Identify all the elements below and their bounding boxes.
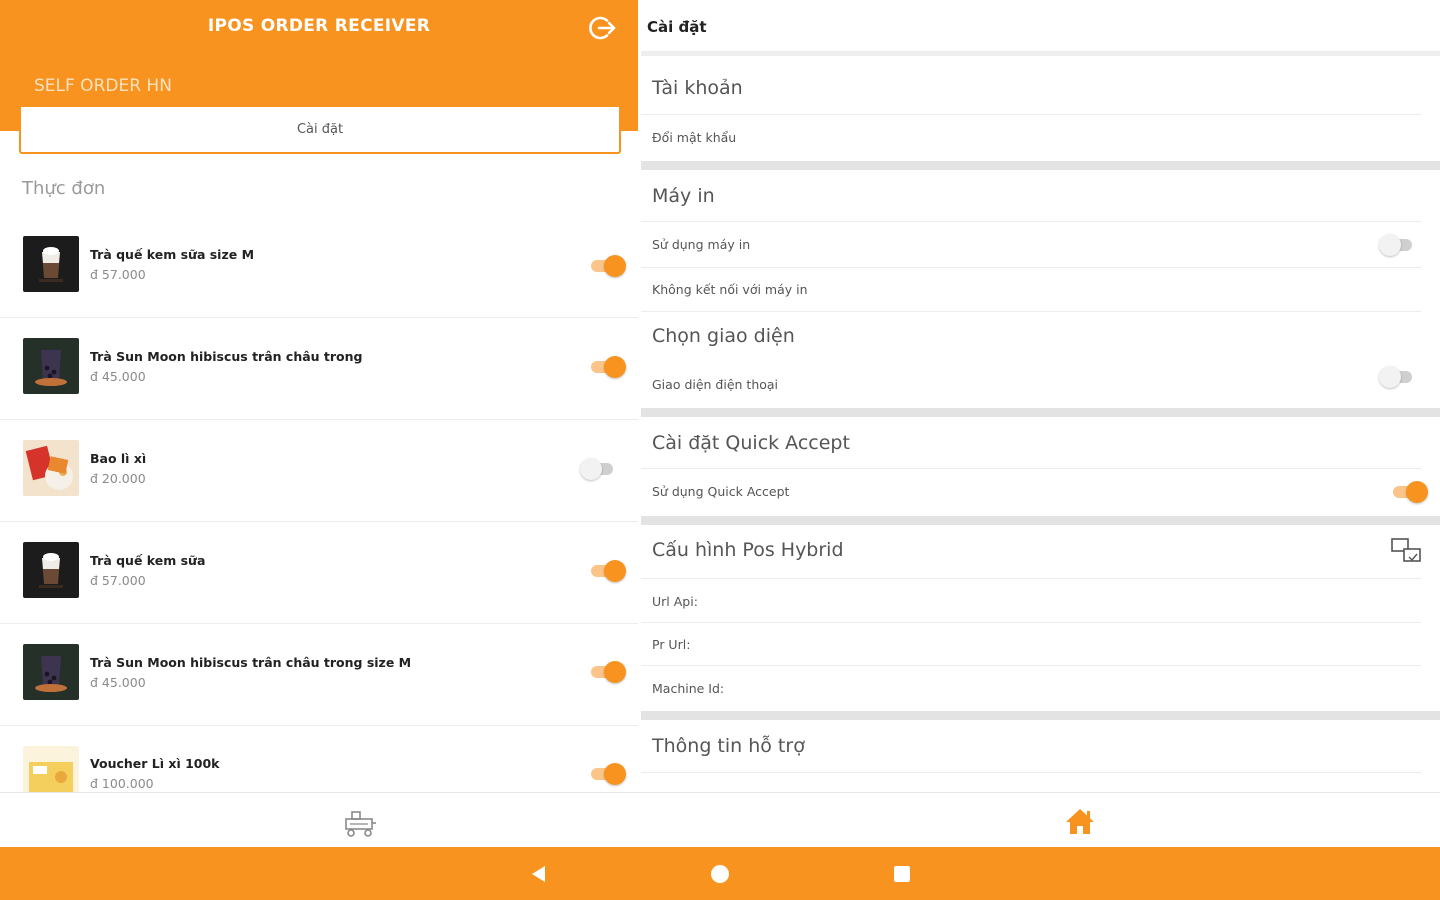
divider bbox=[641, 114, 1421, 115]
product-availability-toggle[interactable] bbox=[588, 762, 628, 786]
product-name: Trà quế kem sữa size M bbox=[90, 247, 255, 262]
settings-panel: Cài đặt Tài khoản Đổi mật khẩu Máy in Sử… bbox=[641, 0, 1440, 792]
section-divider bbox=[641, 711, 1440, 720]
change-password-item[interactable]: Đổi mật khẩu bbox=[652, 130, 736, 145]
app-window: IPOS ORDER RECEIVER SELF ORDER HN Cài đặ… bbox=[0, 0, 1440, 900]
android-home-button[interactable] bbox=[707, 861, 733, 887]
bottom-navigation bbox=[0, 792, 1440, 847]
printer-status: Không kết nối với máy in bbox=[652, 282, 808, 297]
menu-item: Bao lì xì đ 20.000 bbox=[0, 420, 638, 522]
use-printer-toggle[interactable] bbox=[1379, 233, 1419, 257]
menu-item: Trà Sun Moon hibiscus trân châu trong si… bbox=[0, 624, 638, 726]
product-name: Trà Sun Moon hibiscus trân châu trong si… bbox=[90, 655, 412, 670]
divider bbox=[641, 267, 1421, 268]
quick-accept-label: Sử dụng Quick Accept bbox=[652, 484, 790, 499]
menu-item: Voucher Lì xì 100k đ 100.000 bbox=[0, 726, 638, 792]
support-section-title: Thông tin hỗ trợ bbox=[652, 735, 805, 757]
menu-item: Trà quế kem sữa size M đ 57.000 bbox=[0, 216, 638, 318]
product-availability-toggle[interactable] bbox=[588, 355, 628, 379]
home-icon bbox=[1066, 809, 1094, 834]
divider bbox=[641, 221, 1421, 222]
system-navigation-bar bbox=[0, 847, 1440, 900]
logout-button[interactable] bbox=[586, 12, 618, 44]
menu-item: Trà quế kem sữa đ 57.000 bbox=[0, 522, 638, 624]
divider bbox=[641, 622, 1421, 623]
product-availability-toggle[interactable] bbox=[588, 660, 628, 684]
recents-icon bbox=[894, 866, 910, 882]
divider bbox=[641, 311, 1421, 312]
back-button[interactable] bbox=[526, 861, 552, 887]
logout-icon bbox=[589, 16, 616, 40]
phone-ui-toggle[interactable] bbox=[1379, 365, 1419, 389]
copy-config-button[interactable] bbox=[1390, 537, 1424, 567]
nav-home-button[interactable] bbox=[1060, 803, 1100, 839]
copy-icon bbox=[1391, 538, 1421, 562]
machine-id-field[interactable]: Machine Id: bbox=[652, 681, 724, 696]
pos-hybrid-section-title: Cấu hình Pos Hybrid bbox=[652, 539, 844, 561]
url-api-field[interactable]: Url Api: bbox=[652, 594, 698, 609]
menu-section-label: Thực đơn bbox=[22, 178, 106, 199]
divider bbox=[641, 578, 1421, 579]
menu-item: Trà Sun Moon hibiscus trân châu trong đ … bbox=[0, 318, 638, 420]
product-price: đ 57.000 bbox=[90, 267, 146, 282]
product-thumbnail bbox=[23, 746, 79, 792]
account-section-title: Tài khoản bbox=[652, 77, 743, 99]
pr-url-field[interactable]: Pr Url: bbox=[652, 637, 690, 652]
product-availability-toggle[interactable] bbox=[580, 457, 620, 481]
product-availability-toggle[interactable] bbox=[588, 254, 628, 278]
quick-accept-section-title: Cài đặt Quick Accept bbox=[652, 432, 850, 454]
orders-icon bbox=[345, 811, 376, 837]
product-price: đ 57.000 bbox=[90, 573, 146, 588]
ui-section-title: Chọn giao diện bbox=[652, 325, 795, 347]
use-printer-label: Sử dụng máy in bbox=[652, 237, 751, 252]
product-thumbnail bbox=[23, 440, 79, 496]
product-availability-toggle[interactable] bbox=[588, 559, 628, 583]
printer-section-title: Máy in bbox=[652, 185, 715, 207]
settings-header: Cài đặt bbox=[641, 0, 1440, 56]
product-name: Trà quế kem sữa bbox=[90, 553, 206, 568]
menu-panel: IPOS ORDER RECEIVER SELF ORDER HN Cài đặ… bbox=[0, 0, 638, 792]
recents-button[interactable] bbox=[889, 861, 915, 887]
product-thumbnail bbox=[23, 644, 79, 700]
app-title: IPOS ORDER RECEIVER bbox=[207, 16, 431, 36]
phone-ui-label: Giao diện điện thoại bbox=[652, 377, 779, 392]
divider bbox=[641, 665, 1421, 666]
divider bbox=[641, 468, 1421, 469]
product-name: Trà Sun Moon hibiscus trân châu trong bbox=[90, 349, 363, 364]
android-home-icon bbox=[711, 865, 729, 883]
product-name: Voucher Lì xì 100k bbox=[90, 756, 220, 771]
section-divider bbox=[641, 516, 1440, 525]
settings-title: Cài đặt bbox=[647, 18, 707, 36]
back-icon bbox=[532, 866, 545, 882]
product-thumbnail bbox=[23, 542, 79, 598]
product-price: đ 20.000 bbox=[90, 471, 146, 486]
tab-settings[interactable]: Cài đặt bbox=[19, 107, 621, 154]
section-divider bbox=[641, 161, 1440, 170]
quick-accept-toggle[interactable] bbox=[1390, 480, 1430, 504]
section-divider bbox=[641, 408, 1440, 417]
product-price: đ 45.000 bbox=[90, 369, 146, 384]
product-thumbnail bbox=[23, 236, 79, 292]
product-name: Bao lì xì bbox=[90, 451, 147, 466]
product-thumbnail bbox=[23, 338, 79, 394]
nav-orders-button[interactable] bbox=[340, 803, 380, 839]
store-name: SELF ORDER HN bbox=[34, 76, 172, 96]
product-price: đ 100.000 bbox=[90, 776, 154, 791]
product-price: đ 45.000 bbox=[90, 675, 146, 690]
divider bbox=[641, 772, 1421, 773]
